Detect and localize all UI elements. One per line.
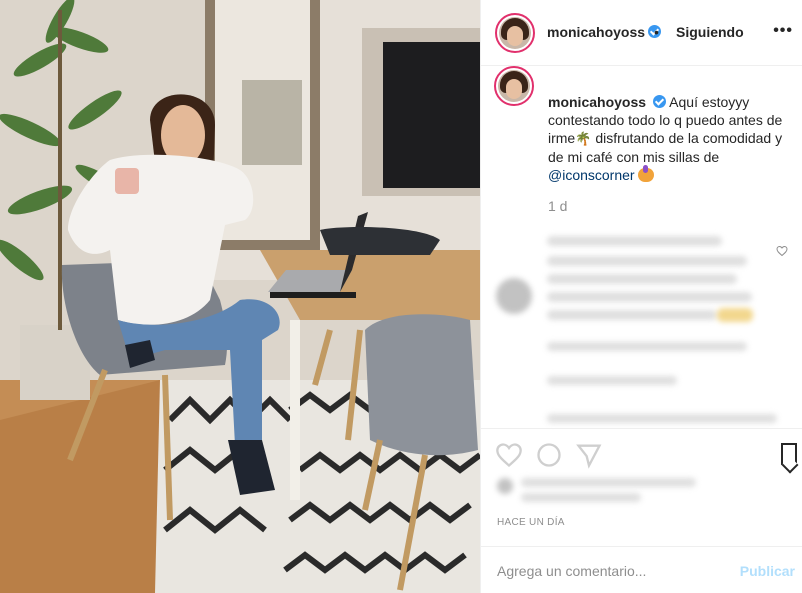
post-header: monicahoyoss • Siguiendo ••• bbox=[481, 0, 802, 66]
add-comment-bar: Publicar bbox=[481, 546, 802, 593]
caption-verified-badge-icon bbox=[653, 95, 667, 108]
publish-button[interactable]: Publicar bbox=[740, 563, 795, 579]
more-dots-icon[interactable]: ••• bbox=[773, 22, 793, 40]
like-comment-heart-icon[interactable] bbox=[776, 245, 788, 257]
post-photo[interactable] bbox=[0, 0, 480, 593]
comment-input[interactable] bbox=[497, 561, 727, 581]
share-icon[interactable] bbox=[575, 441, 603, 469]
photo-illustration bbox=[0, 0, 480, 593]
instagram-post-view: monicahoyoss • Siguiendo ••• monicahoyos… bbox=[0, 0, 802, 593]
likes-summary[interactable] bbox=[481, 470, 802, 510]
caption-username[interactable]: monicahoyoss bbox=[548, 94, 646, 110]
caption-mention-link[interactable]: @iconscorner bbox=[548, 167, 635, 183]
caption-timestamp[interactable]: 1 d bbox=[548, 198, 567, 214]
author-username[interactable]: monicahoyoss bbox=[547, 24, 645, 40]
author-avatar[interactable] bbox=[495, 13, 535, 53]
header-separator: • bbox=[654, 24, 659, 40]
palm-tree-emoji-icon: 🌴 bbox=[575, 131, 592, 146]
post-side-panel: monicahoyoss • Siguiendo ••• monicahoyos… bbox=[480, 0, 802, 593]
following-button[interactable]: Siguiendo bbox=[676, 24, 744, 40]
caption-author-avatar[interactable] bbox=[494, 66, 534, 106]
author-username-link[interactable]: monicahoyoss bbox=[547, 24, 662, 42]
comment-bubble-icon[interactable] bbox=[535, 441, 563, 469]
post-date: HACE UN DÍA bbox=[497, 517, 565, 528]
raising-hand-emoji-icon bbox=[638, 165, 655, 182]
save-bookmark-icon[interactable] bbox=[781, 443, 797, 465]
like-heart-icon[interactable] bbox=[495, 441, 523, 469]
post-caption: monicahoyoss Aquí estoyyy contestando to… bbox=[548, 93, 796, 184]
